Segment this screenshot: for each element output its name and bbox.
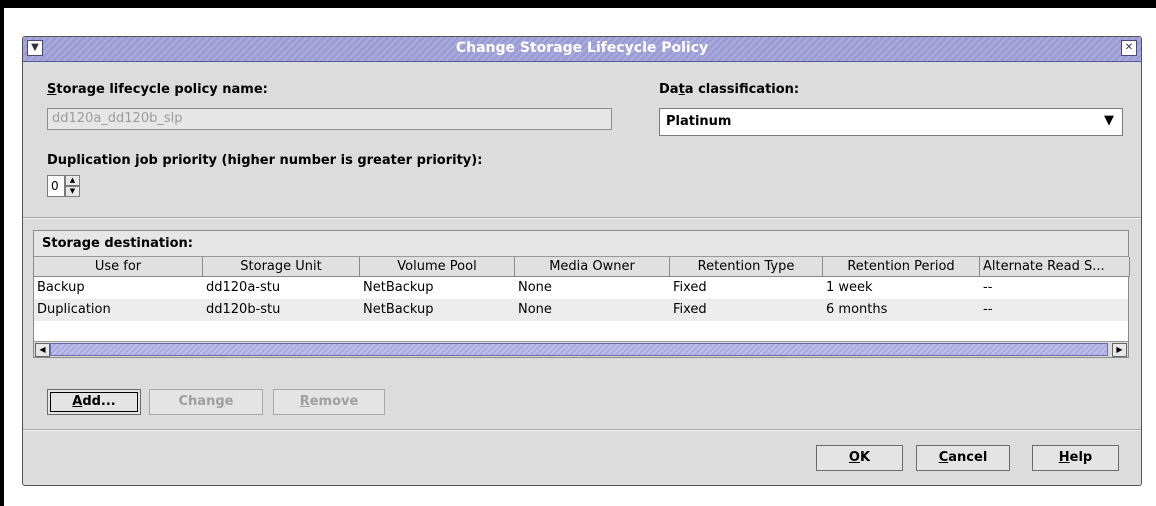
- table-header: Use for Storage Unit Volume Pool Media O…: [34, 257, 1130, 277]
- priority-label: Duplication job priority (higher number …: [47, 153, 482, 168]
- cell-media-owner: None: [518, 302, 552, 317]
- priority-label-post: ob priority (higher number is greater pr…: [139, 153, 483, 168]
- storage-destination-header: Storage destination:: [34, 231, 1128, 257]
- cell-retention-type: Fixed: [673, 302, 707, 317]
- cancel-button[interactable]: Cancel: [916, 445, 1010, 471]
- priority-label-pre: Duplication: [47, 153, 136, 168]
- cell-use-for: Backup: [37, 280, 85, 295]
- cell-use-for: Duplication: [37, 302, 111, 317]
- separator: [23, 217, 1141, 219]
- dropdown-arrow-icon[interactable]: ▼: [1104, 113, 1114, 128]
- table-row[interactable]: Duplication dd120b-stu NetBackup None Fi…: [34, 299, 1128, 321]
- close-icon[interactable]: ✕: [1121, 40, 1137, 56]
- remove-label: emove: [309, 394, 359, 409]
- screen-left-border: [0, 8, 4, 506]
- cell-retention-period: 1 week: [826, 280, 873, 295]
- policy-name-label: Storage lifecycle policy name:: [47, 82, 268, 97]
- change-slp-dialog: ▼ Change Storage Lifecycle Policy ✕ Stor…: [22, 36, 1142, 486]
- cancel-mnemonic: C: [938, 450, 949, 465]
- ok-button[interactable]: OK: [816, 445, 903, 471]
- spinner-down-icon[interactable]: ▼: [65, 186, 80, 197]
- storage-destination-label: Storage destination:: [42, 236, 193, 251]
- scroll-left-icon[interactable]: ◀: [35, 343, 50, 357]
- policy-name-label-text: torage lifecycle policy name:: [56, 82, 268, 97]
- data-classification-label: Data classification:: [659, 82, 799, 97]
- remove-mnemonic: R: [299, 394, 310, 409]
- policy-name-mnemonic: S: [47, 82, 57, 97]
- add-button[interactable]: Add...: [47, 389, 141, 415]
- cell-alternate-read: --: [983, 280, 993, 295]
- cell-retention-period: 6 months: [826, 302, 888, 317]
- scroll-thumb[interactable]: [50, 343, 1108, 356]
- add-label: dd...: [82, 394, 116, 409]
- column-header-media-owner[interactable]: Media Owner: [515, 257, 670, 277]
- help-button[interactable]: Help: [1032, 445, 1119, 471]
- cell-storage-unit: dd120a-stu: [206, 280, 281, 295]
- window-title: Change Storage Lifecycle Policy: [455, 40, 709, 56]
- scroll-right-icon[interactable]: ▶: [1112, 343, 1127, 357]
- change-label-post: e: [224, 394, 234, 409]
- priority-spinner-value[interactable]: 0: [47, 175, 65, 197]
- title-bar[interactable]: ▼ Change Storage Lifecycle Policy ✕: [23, 37, 1141, 62]
- cell-alternate-read: --: [983, 302, 993, 317]
- data-classification-label-post: a classification:: [684, 82, 800, 97]
- spinner-up-icon[interactable]: ▲: [65, 175, 80, 186]
- cell-media-owner: None: [518, 280, 552, 295]
- ok-label: K: [859, 450, 871, 465]
- ok-mnemonic: O: [848, 450, 860, 465]
- horizontal-scrollbar[interactable]: ◀ ▶: [34, 341, 1128, 357]
- remove-button[interactable]: Remove: [273, 389, 385, 415]
- column-header-use-for[interactable]: Use for: [34, 257, 203, 277]
- table-row[interactable]: Backup dd120a-stu NetBackup None Fixed 1…: [34, 277, 1128, 299]
- change-button[interactable]: Change: [149, 389, 263, 415]
- cancel-label: ancel: [948, 450, 988, 465]
- separator: [23, 429, 1141, 431]
- storage-destination-panel: Storage destination: Use for Storage Uni…: [33, 230, 1130, 358]
- help-mnemonic: H: [1058, 450, 1070, 465]
- column-header-storage-unit[interactable]: Storage Unit: [203, 257, 360, 277]
- data-classification-label-pre: Da: [659, 82, 679, 97]
- cell-retention-type: Fixed: [673, 280, 707, 295]
- data-classification-select[interactable]: Platinum ▼: [659, 108, 1123, 136]
- column-header-alternate-read[interactable]: Alternate Read S...: [980, 257, 1130, 277]
- change-label-pre: Chan: [178, 394, 216, 409]
- cell-volume-pool: NetBackup: [363, 302, 434, 317]
- column-header-retention-type[interactable]: Retention Type: [670, 257, 823, 277]
- cell-storage-unit: dd120b-stu: [206, 302, 281, 317]
- column-header-volume-pool[interactable]: Volume Pool: [360, 257, 515, 277]
- help-label: elp: [1069, 450, 1093, 465]
- change-mnemonic: g: [215, 394, 225, 409]
- data-classification-value: Platinum: [666, 114, 732, 129]
- add-mnemonic: A: [72, 394, 83, 409]
- screen-top-border: [0, 0, 1156, 8]
- cell-volume-pool: NetBackup: [363, 280, 434, 295]
- policy-name-field[interactable]: dd120a_dd120b_slp: [47, 108, 612, 130]
- column-header-retention-period[interactable]: Retention Period: [823, 257, 980, 277]
